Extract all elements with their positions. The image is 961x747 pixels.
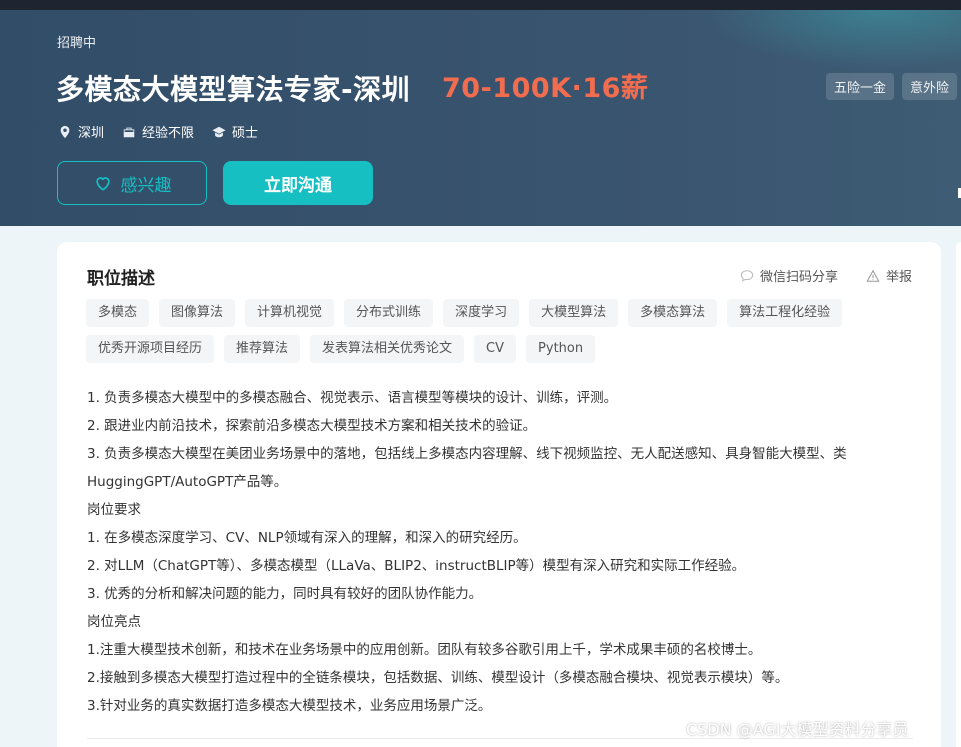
card-actions: 微信扫码分享 举报 [740,266,912,285]
description-line: 3. 负责多模态大模型在美团业务场景中的落地，包括线上多模态内容理解、线下视频监… [87,446,847,490]
meta-education: 硕士 [212,122,258,141]
report-label: 举报 [885,270,912,285]
benefit-tags: 五险一金 意外险 [826,73,958,100]
benefit-tag: 五险一金 [826,73,895,100]
watermark: CSDN @AGI大模型资料分享员 [686,720,909,739]
benefit-tag: 意外险 [902,73,958,100]
skill-tag[interactable]: Python [526,335,596,363]
location-label: 深圳 [78,126,105,141]
description-line: 1. 在多模态深度学习、CV、NLP领域有深入的理解，和深入的研究经历。 [87,530,527,546]
heart-icon [95,177,110,191]
skill-tag[interactable]: 算法工程化经验 [727,299,843,327]
briefcase-icon [123,127,135,137]
skill-tag[interactable]: CV [474,335,517,363]
skill-tag[interactable]: 多模态 [86,299,150,327]
skill-tag[interactable]: 计算机视觉 [245,299,335,327]
chat-bubble-icon [740,269,754,282]
description-line: 2.接触到多模态大模型打造过程中的全链条模块，包括数据、训练、模型设计（多模态融… [87,670,789,686]
graduation-cap-icon [212,126,226,137]
job-description-text: 1. 负责多模态大模型中的多模态融合、视觉表示、语言模型等模块的设计、训练，评测… [87,384,919,720]
skill-tags: 多模态 图像算法 计算机视觉 分布式训练 深度学习 大模型算法 多模态算法 算法… [86,299,886,363]
skill-tag[interactable]: 多模态算法 [628,299,718,327]
share-wechat-button[interactable]: 微信扫码分享 [740,266,838,285]
interest-button[interactable]: 感兴趣 [57,161,207,205]
report-button[interactable]: 举报 [866,266,912,285]
salary: 70-100K·16薪 [442,73,649,104]
education-label: 硕士 [232,126,259,141]
location-pin-icon [60,125,70,138]
skill-tag[interactable]: 推荐算法 [224,335,301,363]
section-title: 职位描述 [87,269,155,289]
job-meta: 深圳 经验不限 硕士 [58,122,258,141]
job-title: 多模态大模型算法专家-深圳 [56,73,411,106]
description-heading: 岗位要求 [87,502,141,518]
skill-tag[interactable]: 发表算法相关优秀论文 [310,335,465,363]
experience-label: 经验不限 [142,126,195,141]
description-line: 2. 跟进业内前沿技术，探索前沿多模态大模型技术方案和相关技术的验证。 [87,418,537,434]
skill-tag[interactable]: 分布式训练 [344,299,434,327]
skill-tag[interactable]: 优秀开源项目经历 [86,335,215,363]
description-line: 2. 对LLM（ChatGPT等）、多模态模型（LLaVa、BLIP2、inst… [87,558,746,574]
description-line: 1.注重大模型技术创新，和技术在业务场景中的应用创新。团队有较多谷歌引用上千，学… [87,642,762,658]
warning-icon [866,269,880,282]
meta-location: 深圳 [58,122,104,141]
skill-tag[interactable]: 图像算法 [159,299,236,327]
skill-tag[interactable]: 深度学习 [443,299,520,327]
job-description-card: 职位描述 微信扫码分享 举报 多模态 图像算法 计算机视觉 分布式训练 深度学习… [57,242,941,747]
interest-label: 感兴趣 [120,175,172,196]
meta-experience: 经验不限 [122,122,194,141]
chat-now-button[interactable]: 立即沟通 [223,161,373,205]
side-panel-edge [956,242,961,747]
share-label: 微信扫码分享 [759,270,838,285]
header-glow [701,10,961,70]
job-header: 招聘中 多模态大模型算法专家-深圳 70-100K·16薪 五险一金 意外险 深… [0,10,961,226]
job-status: 招聘中 [57,36,97,51]
description-line: 3. 优秀的分析和解决问题的能力，同时具有较好的团队协作能力。 [87,586,483,602]
top-bar [0,0,961,10]
description-line: 1. 负责多模态大模型中的多模态融合、视觉表示、语言模型等模块的设计、训练，评测… [87,390,618,406]
skill-tag[interactable]: 大模型算法 [529,299,619,327]
description-heading: 岗位亮点 [87,614,141,630]
